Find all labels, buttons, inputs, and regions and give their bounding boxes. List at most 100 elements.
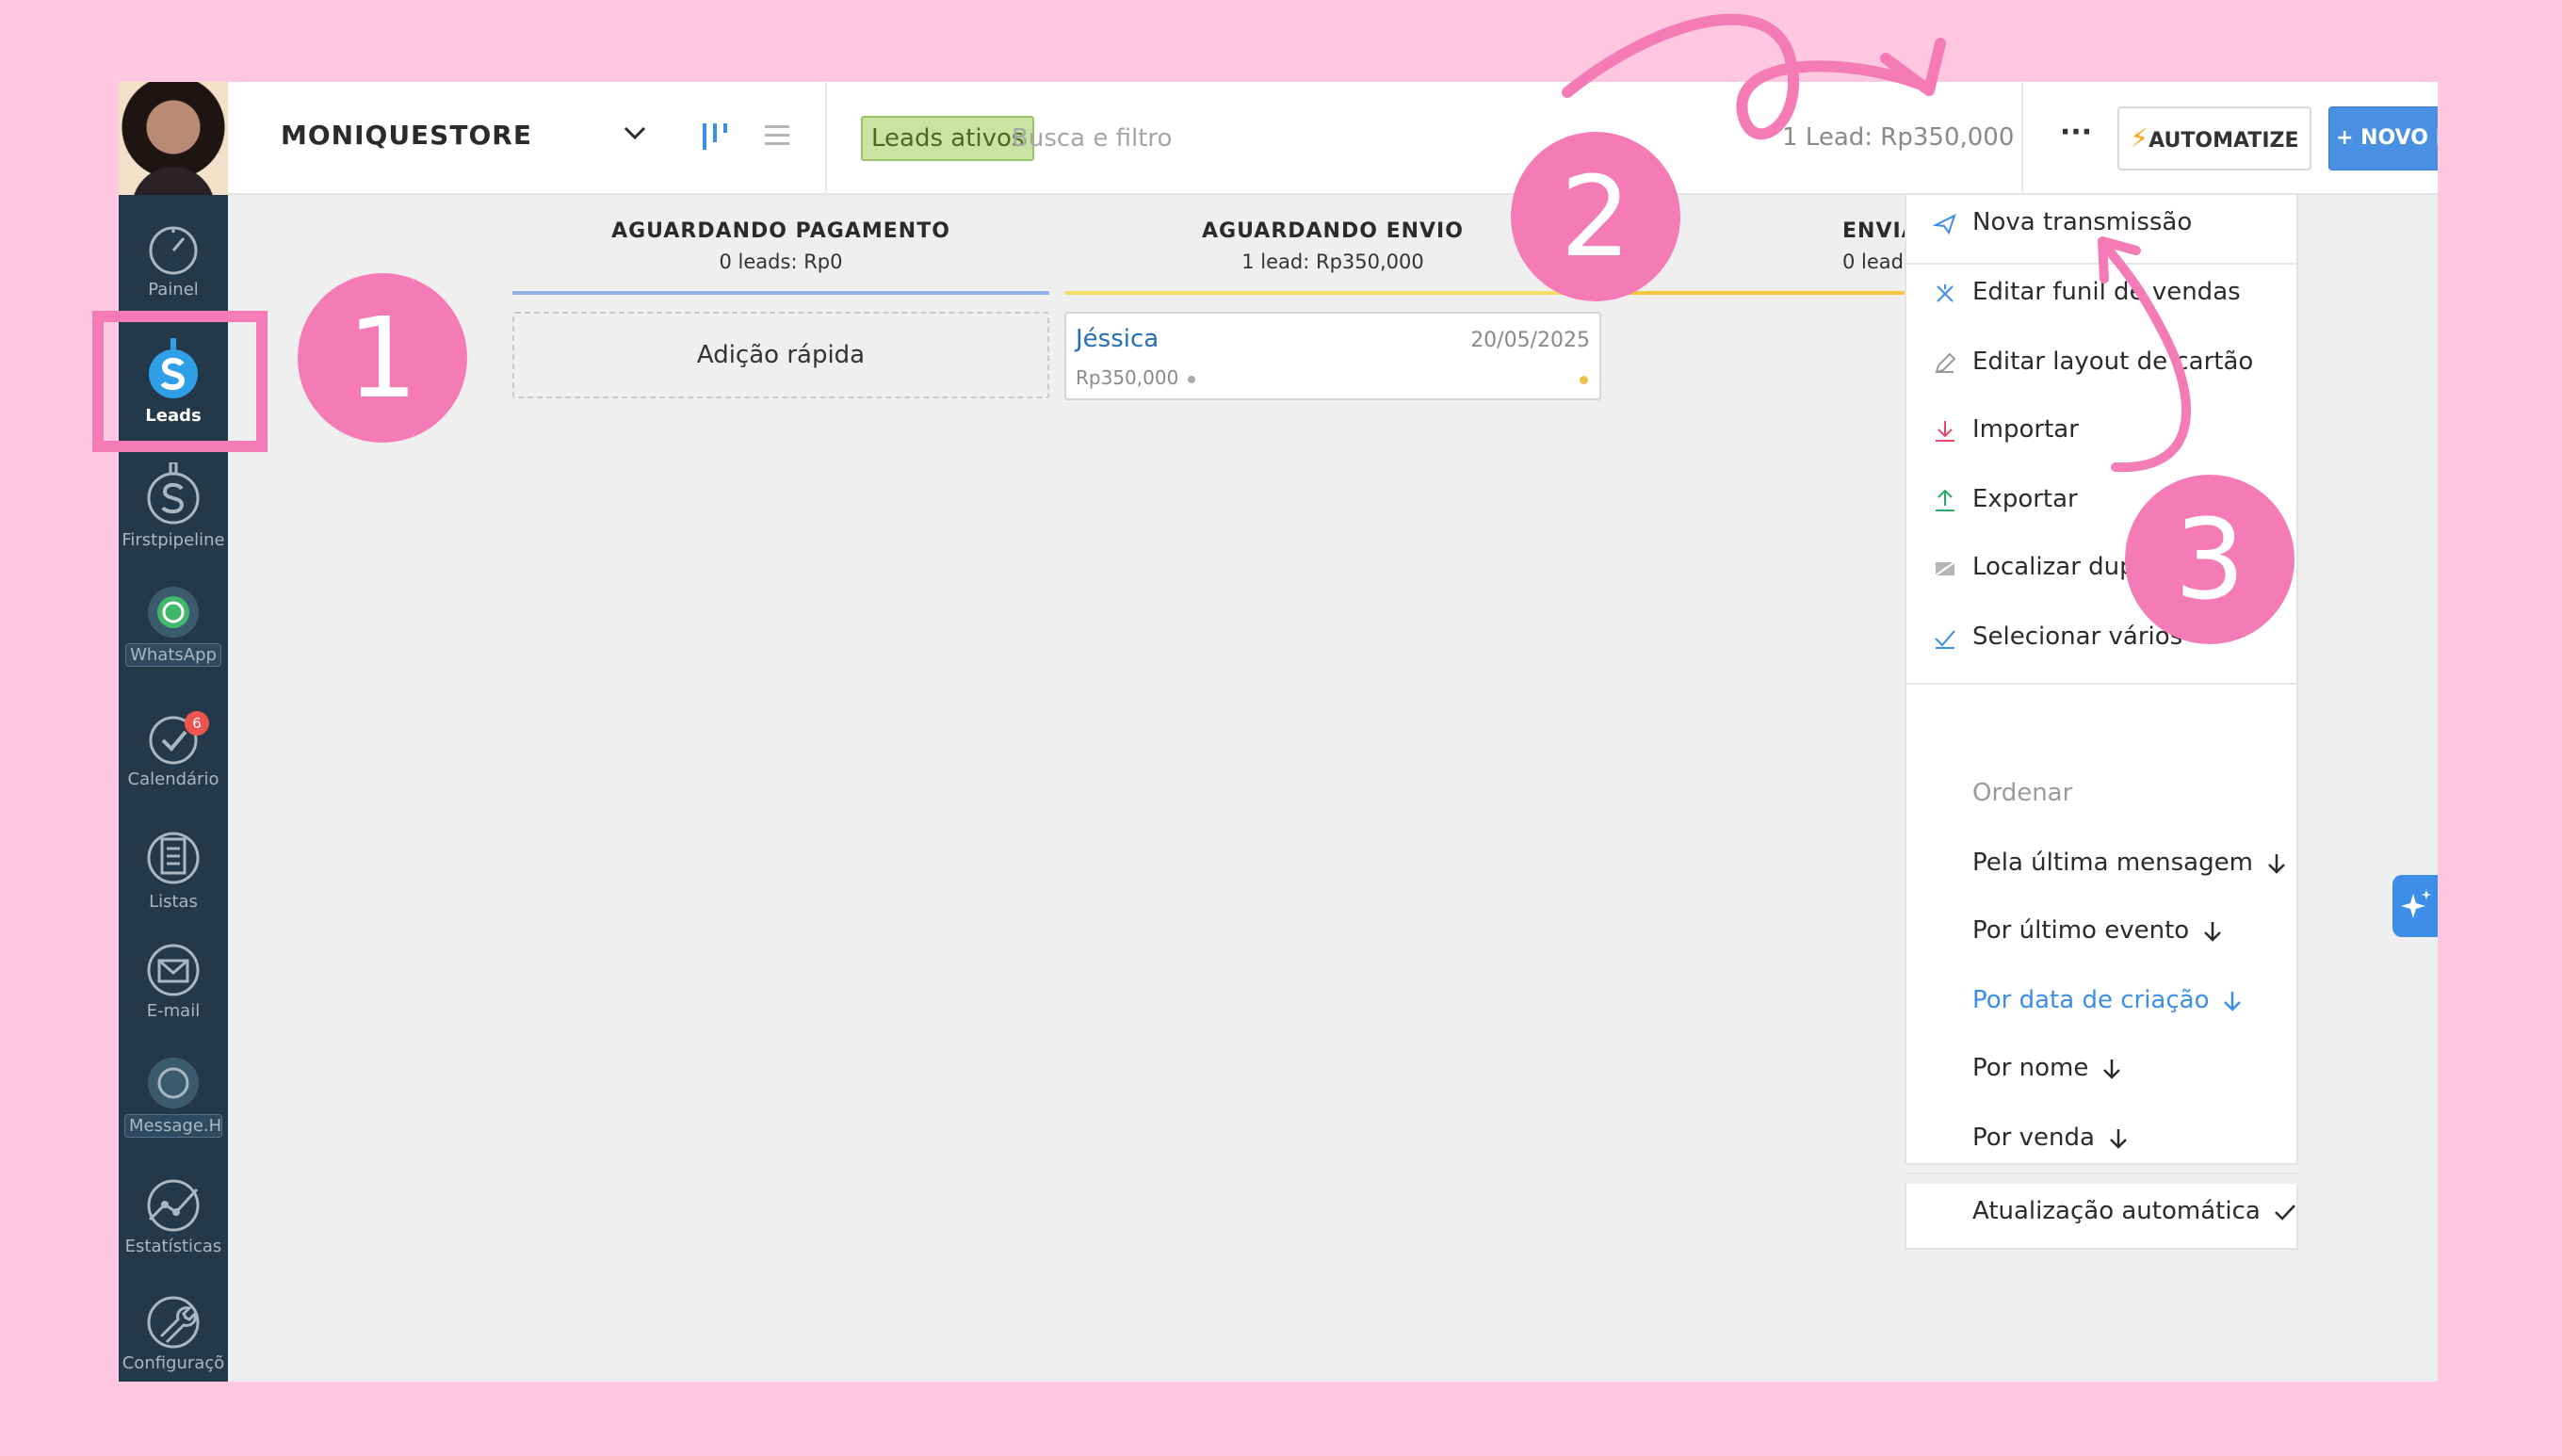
new-lead-button[interactable]: + NOVO LEAD — [2328, 106, 2438, 170]
filter-tag-active-leads[interactable]: Leads ativos — [861, 116, 1035, 161]
menu-item-label: Exportar — [1972, 485, 2078, 513]
arrow-down-icon — [2103, 1059, 2121, 1079]
sort-item-nome[interactable]: Por nome — [1906, 1041, 2296, 1099]
menu-item-label: Editar funil de vendas — [1972, 278, 2241, 306]
menu-item-editar-funil[interactable]: Editar funil de vendas — [1906, 265, 2296, 323]
menu-item-label: Editar layout de cartão — [1972, 348, 2254, 376]
whatsapp-icon — [148, 587, 199, 638]
lists-icon — [147, 832, 200, 884]
arrow-down-icon — [2224, 991, 2242, 1011]
divider — [2021, 82, 2023, 195]
sidebar-item-label: Listas — [149, 892, 198, 912]
avatar[interactable] — [119, 82, 228, 195]
arrow-down-icon — [2268, 853, 2285, 874]
pipeline-dollar-icon — [147, 462, 200, 525]
menu-item-atualizacao-automatica[interactable]: Atualização automática — [1905, 1184, 2298, 1250]
column-color-bar — [512, 291, 1049, 295]
sidebar-item-whatsapp[interactable]: WhatsApp — [119, 585, 228, 671]
sidebar-item-email[interactable]: E-mail — [119, 943, 228, 1021]
highlight-box-leads — [92, 311, 268, 452]
kanban-view-icon[interactable] — [701, 120, 731, 152]
menu-item-label: Pela última mensagem — [1972, 849, 2253, 877]
lightning-icon: ⚡ — [2130, 122, 2149, 154]
broadcast-send-icon — [1933, 214, 1956, 235]
lead-card[interactable]: Jéssica 20/05/2025 Rp350,000 — [1064, 312, 1601, 400]
menu-item-label: Selecionar vários — [1972, 623, 2183, 651]
leads-summary: 1 Lead: Rp350,000 — [1782, 123, 2015, 152]
sidebar-item-label: Firstpipeline — [122, 530, 225, 550]
import-arrow-icon — [1936, 421, 1954, 442]
sidebar-item-listas[interactable]: Listas — [119, 826, 228, 912]
more-options-menu: Nova transmissão Editar funil de vendas … — [1905, 195, 2298, 1165]
automatize-button[interactable]: ⚡AUTOMATIZE — [2117, 106, 2311, 170]
menu-item-importar[interactable]: Importar — [1906, 402, 2296, 461]
sidebar-item-label: Painel — [148, 280, 199, 299]
more-options-button[interactable]: ··· — [2048, 112, 2104, 165]
find-duplicates-icon — [1935, 561, 1955, 576]
ai-assistant-button[interactable] — [2392, 875, 2438, 937]
sidebar-item-firstpipeline[interactable]: Firstpipeline — [119, 462, 228, 550]
column-color-bar — [1616, 291, 1905, 295]
sidebar-item-calendario[interactable]: 6 Calendário — [119, 711, 228, 789]
status-dot-icon — [1188, 375, 1196, 383]
menu-item-label: Por data de criação — [1972, 986, 2210, 1014]
lead-name-link[interactable]: Jéssica — [1076, 325, 1159, 353]
export-arrow-icon — [1936, 489, 1954, 511]
menu-item-label: Por último evento — [1972, 916, 2190, 945]
lead-date: 20/05/2025 — [1470, 329, 1590, 352]
sidebar-item-configuracoes[interactable]: Configuraçõ — [119, 1295, 228, 1373]
sidebar-item-painel[interactable]: Painel — [119, 221, 228, 299]
menu-divider — [1905, 1173, 2298, 1174]
email-icon — [147, 944, 200, 996]
lead-value-text: Rp350,000 — [1076, 366, 1179, 389]
arrow-down-icon — [2204, 921, 2222, 942]
menu-item-nova-transmissao[interactable]: Nova transmissão — [1906, 195, 2296, 253]
step-marker-1: 1 — [298, 273, 467, 443]
sidebar-item-label: Configuraçõ — [122, 1353, 225, 1373]
sidebar-item-message[interactable]: Message.H — [119, 1056, 228, 1142]
sort-item-data-criacao[interactable]: Por data de criação — [1906, 973, 2296, 1031]
step-marker-2: 2 — [1511, 132, 1680, 301]
menu-item-editar-layout[interactable]: Editar layout de cartão — [1906, 334, 2296, 393]
select-check-icon — [1935, 630, 1955, 649]
column-count: 0 leads: Rp0 — [719, 251, 843, 273]
sidebar: Painel Leads Firstpipeline WhatsApp 6 Ca… — [119, 82, 228, 1382]
search-input[interactable] — [1012, 118, 1445, 159]
notification-badge: 6 — [185, 711, 209, 736]
chevron-down-icon[interactable] — [624, 125, 646, 140]
column-color-bar — [1064, 291, 1601, 295]
app-window: Painel Leads Firstpipeline WhatsApp 6 Ca… — [119, 82, 2438, 1382]
task-dot-icon — [1580, 376, 1588, 384]
step-marker-3: 3 — [2125, 475, 2294, 644]
menu-item-label: Nova transmissão — [1972, 208, 2193, 236]
edit-funnel-icon — [1937, 284, 1954, 302]
sidebar-item-estatisticas[interactable]: Estatísticas — [119, 1178, 228, 1256]
automatize-label: AUTOMATIZE — [2149, 129, 2299, 153]
column-title: AGUARDANDO PAGAMENTO — [611, 219, 950, 243]
sort-item-ultima-mensagem[interactable]: Pela última mensagem — [1906, 835, 2296, 894]
quick-add-button[interactable]: Adição rápida — [512, 312, 1049, 398]
checkmark-icon — [2274, 1204, 2295, 1221]
sidebar-item-label: WhatsApp — [125, 643, 221, 667]
lead-value: Rp350,000 — [1076, 366, 1196, 389]
sort-item-ultimo-evento[interactable]: Por último evento — [1906, 903, 2296, 962]
menu-item-label: Atualização automática — [1972, 1197, 2261, 1225]
statistics-icon — [147, 1179, 200, 1232]
sidebar-item-label: E-mail — [146, 1001, 201, 1021]
list-view-icon[interactable] — [763, 121, 791, 150]
sidebar-item-label: Message.H — [124, 1114, 222, 1138]
sidebar-item-label: Estatísticas — [124, 1237, 222, 1256]
menu-item-label: Importar — [1972, 415, 2079, 444]
menu-divider — [1906, 683, 2296, 685]
message-whatsapp-icon — [148, 1058, 199, 1108]
sort-item-venda[interactable]: Por venda — [1906, 1110, 2296, 1169]
arrow-down-icon — [2110, 1128, 2127, 1149]
menu-item-label: Por venda — [1972, 1124, 2095, 1152]
top-bar: MONIQUESTORE Leads ativos 1 Lead: Rp350,… — [228, 82, 2438, 195]
settings-wrench-icon — [147, 1296, 200, 1349]
pipeline-selector[interactable]: MONIQUESTORE — [281, 120, 532, 151]
sparkle-icon — [2401, 890, 2431, 918]
menu-item-label: Por nome — [1972, 1054, 2089, 1082]
column-header: AGUARDANDO PAGAMENTO 0 leads: Rp0 — [512, 219, 1049, 273]
sort-heading: Ordenar — [1972, 779, 2073, 807]
